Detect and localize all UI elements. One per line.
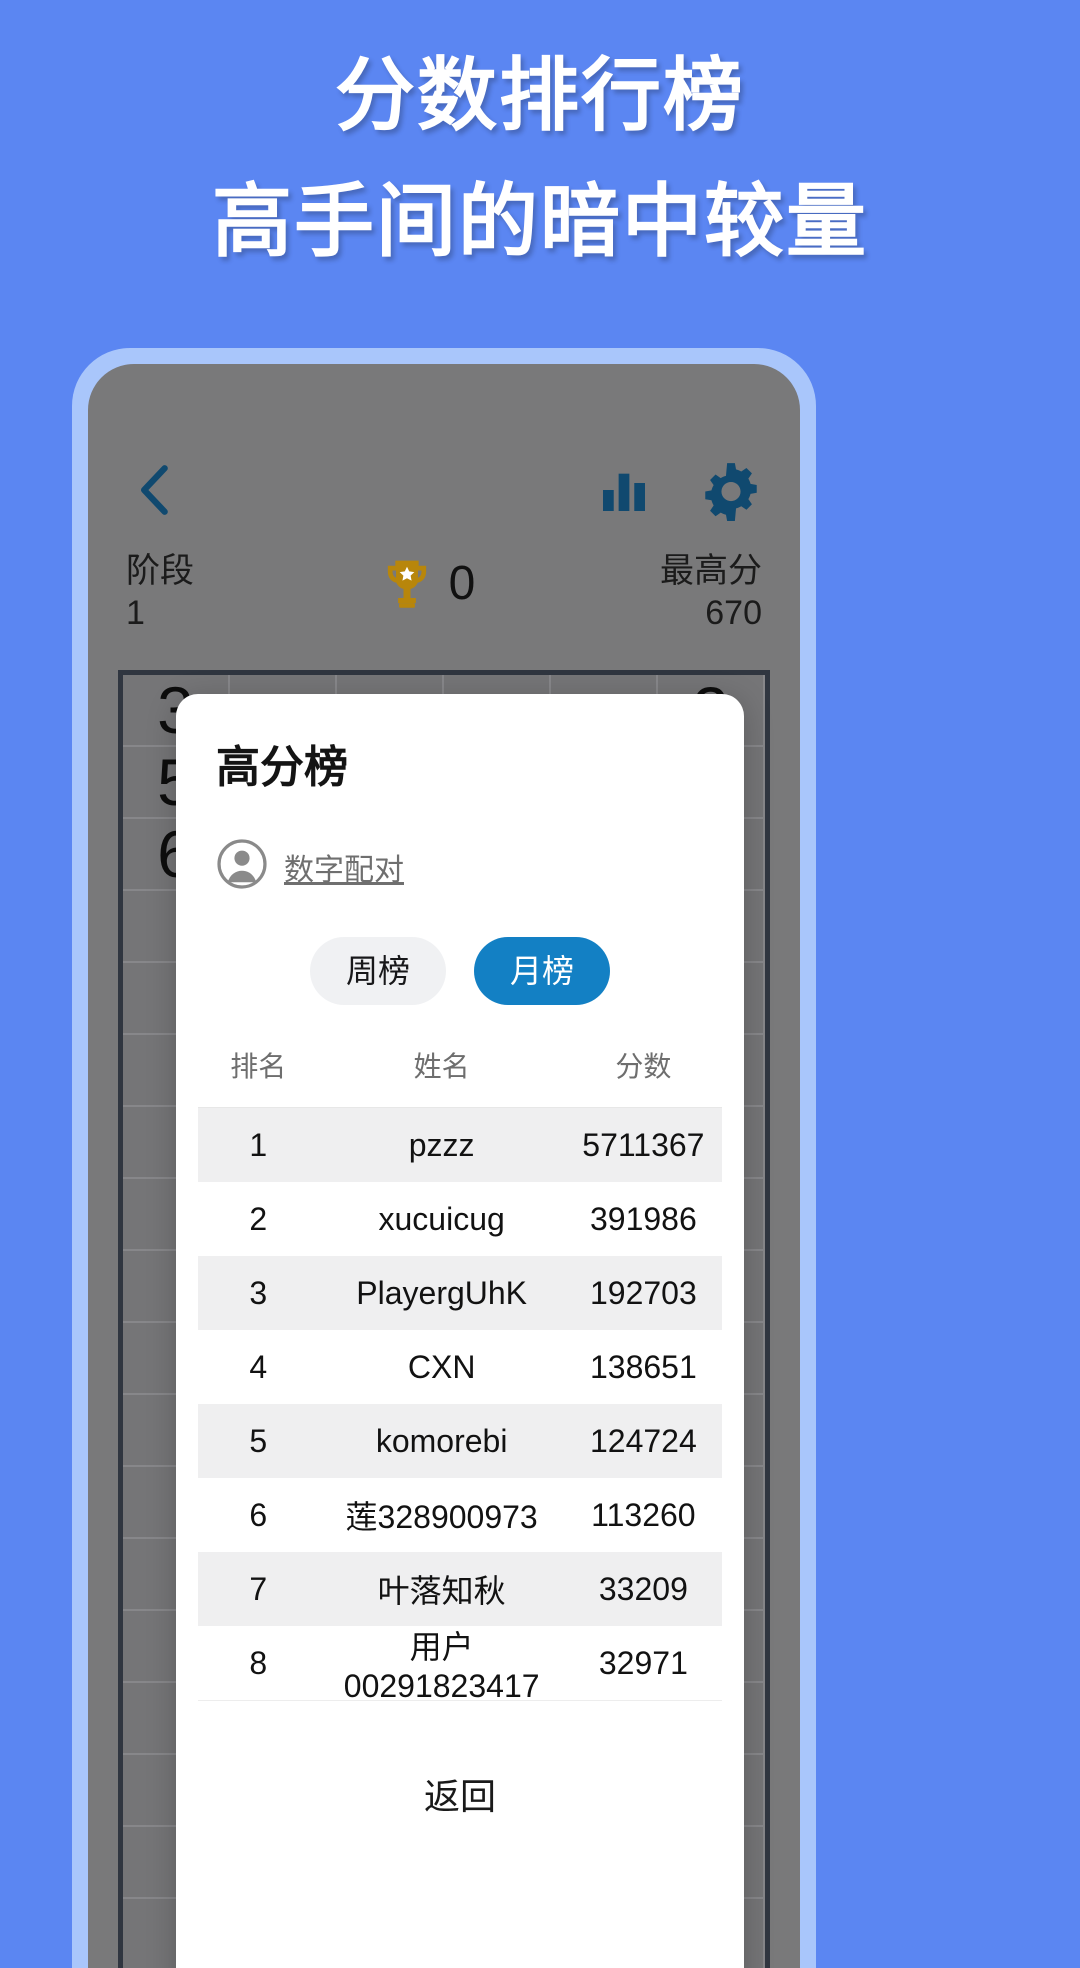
cell-rank: 7 bbox=[249, 1570, 268, 1607]
promo-headline: 分数排行榜 高手间的暗中较量 bbox=[0, 44, 1080, 274]
cell-score: 124724 bbox=[589, 1422, 697, 1459]
bar-chart-icon bbox=[603, 473, 645, 511]
back-button[interactable] bbox=[126, 461, 184, 519]
cell-name: 用户00291823417 bbox=[343, 1628, 540, 1704]
cell-name: xucuicug bbox=[378, 1200, 505, 1237]
tab-weekly[interactable]: 周榜 bbox=[309, 937, 446, 1005]
table-row: 1 pzzz 5711367 bbox=[198, 1108, 722, 1182]
header-score: 分数 bbox=[615, 1051, 672, 1082]
cell-name: 叶落知秋 bbox=[377, 1573, 506, 1609]
header-name: 姓名 bbox=[413, 1051, 470, 1082]
table-body: 1 pzzz 5711367 2 xucuicug 391986 3 PlayergUhK 19… bbox=[198, 1108, 722, 1704]
trophy-stat: 0 bbox=[379, 556, 476, 612]
trophy-score: 0 bbox=[448, 557, 476, 610]
chevron-left-icon bbox=[140, 465, 168, 515]
cell-rank: 3 bbox=[249, 1274, 268, 1311]
table-row: 6 莲328900973 113260 bbox=[198, 1478, 722, 1552]
cell-score: 33209 bbox=[598, 1570, 688, 1607]
leaderboard-table: 排名 姓名 分数 1 pzzz 5711367 2 xucuicug 391986 3 Pla… bbox=[176, 1045, 744, 1752]
cell-rank: 1 bbox=[249, 1126, 268, 1163]
cell-rank: 5 bbox=[249, 1422, 268, 1459]
leaderboard-tabs: 周榜 月榜 bbox=[176, 937, 744, 1005]
settings-button[interactable] bbox=[700, 459, 762, 521]
cell-score: 138651 bbox=[589, 1348, 697, 1385]
cell-rank: 2 bbox=[249, 1200, 268, 1237]
best-score-stat: 最高分 670 bbox=[660, 550, 762, 634]
stage-value: 1 bbox=[126, 594, 145, 632]
headline-line-1: 分数排行榜 bbox=[335, 51, 745, 140]
cell-name: CXN bbox=[407, 1348, 476, 1385]
cell-score: 192703 bbox=[589, 1274, 697, 1311]
phone-frame: 325365 bbox=[72, 348, 816, 1968]
cell-score: 113260 bbox=[591, 1496, 696, 1533]
dialog-title: 高分榜 bbox=[216, 743, 348, 792]
dialog-footer: 返回 bbox=[176, 1768, 744, 1820]
cell-rank: 6 bbox=[249, 1496, 268, 1533]
game-stats-strip: 阶段 1 0 最高分 670 bbox=[88, 550, 800, 634]
best-score-label: 最高分 bbox=[659, 552, 762, 590]
table-row: 8 用户00291823417 32971 bbox=[198, 1626, 722, 1704]
stats-button[interactable] bbox=[596, 462, 652, 518]
cell-name: pzzz bbox=[408, 1126, 475, 1163]
headline-line-2: 高手间的暗中较量 bbox=[212, 177, 868, 266]
stage-stat: 阶段 1 bbox=[126, 550, 194, 634]
trophy-icon bbox=[387, 560, 426, 608]
cell-name: 莲328900973 bbox=[345, 1499, 538, 1535]
cell-rank: 8 bbox=[249, 1644, 268, 1681]
cell-name: PlayergUhK bbox=[356, 1274, 528, 1311]
table-header-row: 排名 姓名 分数 bbox=[198, 1045, 722, 1108]
tab-monthly[interactable]: 月榜 bbox=[474, 937, 611, 1005]
dialog-back-button[interactable]: 返回 bbox=[424, 1768, 496, 1820]
stage-label: 阶段 bbox=[126, 552, 194, 590]
best-score-value: 670 bbox=[705, 594, 762, 632]
phone-screen: 325365 bbox=[88, 364, 800, 1968]
user-avatar-icon bbox=[216, 838, 268, 895]
table-row: 5 komorebi 124724 bbox=[198, 1404, 722, 1478]
table-row: 3 PlayergUhK 192703 bbox=[198, 1256, 722, 1330]
gear-icon bbox=[705, 463, 757, 521]
header-rank: 排名 bbox=[230, 1051, 287, 1082]
cell-score: 5711367 bbox=[582, 1126, 705, 1163]
table-row: 4 CXN 138651 bbox=[198, 1330, 722, 1404]
cell-name: komorebi bbox=[375, 1422, 508, 1459]
dialog-user-row[interactable]: 数字配对 bbox=[176, 838, 744, 895]
cell-score: 32971 bbox=[598, 1644, 688, 1681]
table-row: 7 叶落知秋 33209 bbox=[198, 1552, 722, 1626]
high-score-dialog: 高分榜 数字配对 周榜 月榜 排名 姓名 分数 1 pzzz 5711367 2… bbox=[176, 694, 744, 1968]
game-top-bar bbox=[88, 444, 800, 536]
table-bottom-divider bbox=[198, 1700, 722, 1752]
cell-rank: 4 bbox=[249, 1348, 268, 1385]
table-row: 2 xucuicug 391986 bbox=[198, 1182, 722, 1256]
cell-score: 391986 bbox=[589, 1200, 697, 1237]
user-name-link[interactable]: 数字配对 bbox=[284, 845, 404, 889]
